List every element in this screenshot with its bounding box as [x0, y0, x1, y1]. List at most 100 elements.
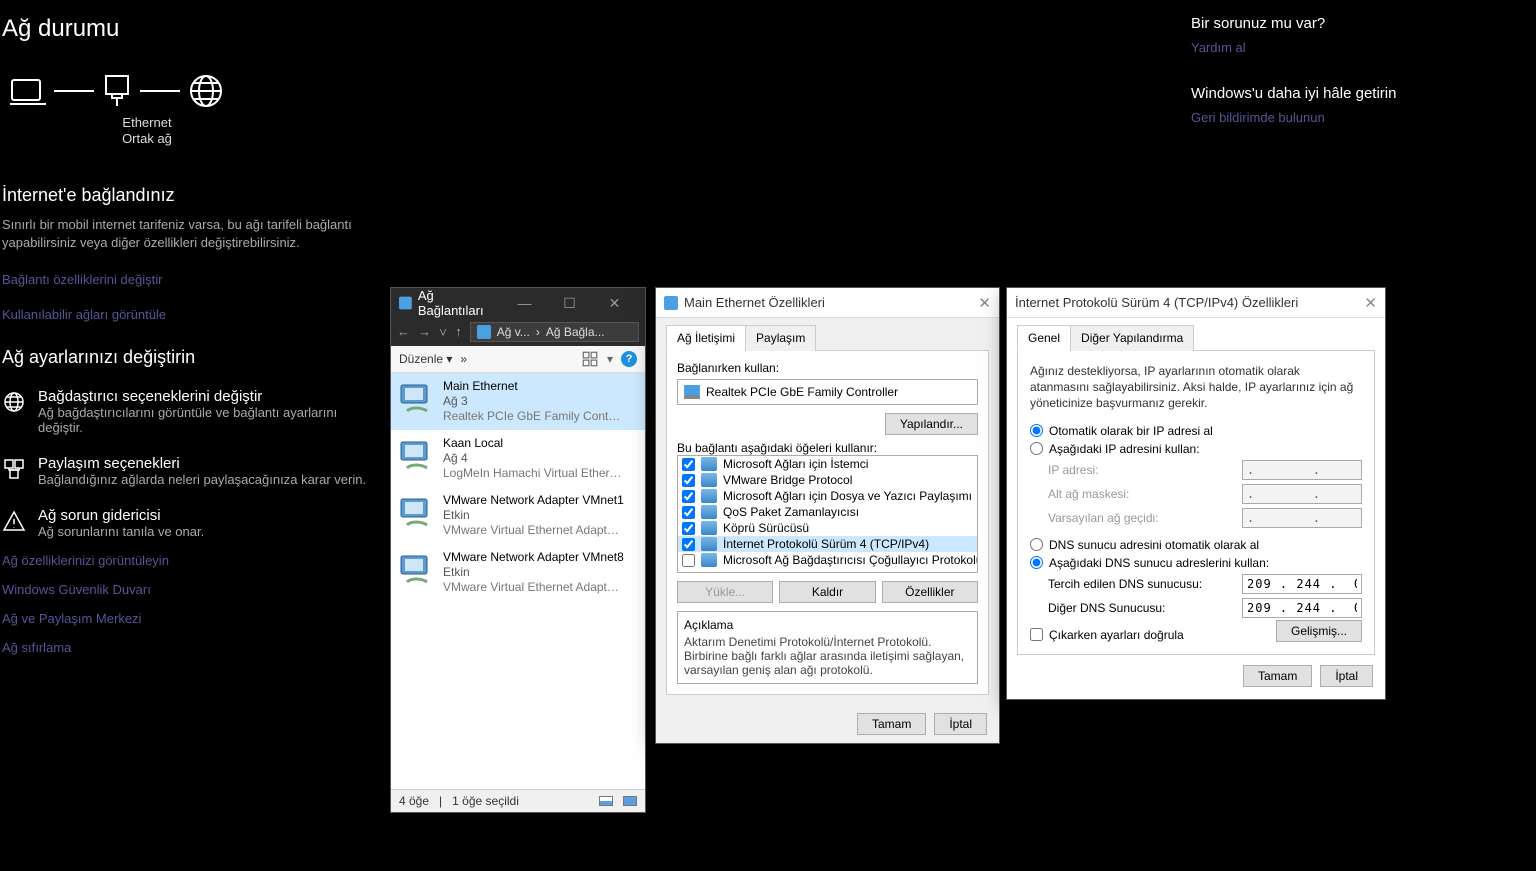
setting-adapter-options[interactable]: Bağdaştırıcı seçeneklerini değiştir Ağ b…	[2, 388, 382, 435]
settings-panel: Ağ durumu EthernetOrtak ağ İnternet'e ba…	[2, 15, 382, 655]
link-change-conn-props[interactable]: Bağlantı özelliklerini değiştir	[2, 272, 382, 287]
protocol-checkbox[interactable]	[682, 458, 695, 471]
view-details-icon[interactable]	[599, 796, 613, 806]
protocol-checkbox[interactable]	[682, 490, 695, 503]
protocol-item[interactable]: Köprü Sürücüsü	[678, 520, 977, 536]
protocol-checkbox[interactable]	[682, 522, 695, 535]
protocol-checkbox[interactable]	[682, 538, 695, 551]
protocol-item[interactable]: İnternet Protokolü Sürüm 4 (TCP/IPv4)	[678, 536, 977, 552]
protocol-item[interactable]: Microsoft Ağları için Dosya ve Yazıcı Pa…	[678, 488, 977, 504]
history-chevron-icon[interactable]: ˅	[439, 324, 447, 340]
radio-dns-manual[interactable]: Aşağıdaki DNS sunucu adreslerini kullan:	[1030, 556, 1362, 570]
chevron-right-icon: ›	[536, 325, 540, 339]
connection-item[interactable]: Main Ethernet Ağ 3 Realtek PCIe GbE Fami…	[391, 373, 645, 430]
address-bar[interactable]: Ağ v... › Ağ Bağla...	[470, 322, 639, 342]
protocol-icon	[701, 457, 717, 471]
maximize-button[interactable]: ☐	[547, 295, 592, 312]
validate-checkbox[interactable]	[1030, 628, 1043, 641]
titlebar[interactable]: İnternet Protokolü Sürüm 4 (TCP/IPv4) Öz…	[1007, 288, 1385, 318]
protocol-item[interactable]: Microsoft Ağ Bağdaştırıcısı Çoğullayıcı …	[678, 552, 977, 568]
cancel-button[interactable]: İptal	[1320, 665, 1373, 687]
minimize-button[interactable]: —	[502, 295, 547, 312]
advanced-button[interactable]: Gelişmiş...	[1276, 620, 1362, 642]
tab-content: Ağınız destekliyorsa, IP ayarlarının oto…	[1017, 351, 1375, 655]
forward-button[interactable]: →	[418, 324, 431, 340]
connection-status: Ağ 3	[443, 394, 623, 409]
protocol-item[interactable]: VMware Bridge Protocol	[678, 472, 977, 488]
connection-item[interactable]: VMware Network Adapter VMnet8 Etkin VMwa…	[391, 544, 645, 601]
link-feedback[interactable]: Geri bildirimde bulunun	[1191, 110, 1441, 125]
connected-desc: Sınırlı bir mobil internet tarifeniz var…	[2, 216, 382, 252]
titlebar[interactable]: Ağ Bağlantıları — ☐ ✕	[391, 288, 645, 318]
protocol-label: Microsoft Ağları için İstemci	[723, 457, 868, 471]
dns-alt-label: Diğer DNS Sunucusu:	[1048, 601, 1242, 615]
radio-dns-manual-input[interactable]	[1030, 556, 1043, 569]
status-bar: 4 öğe | 1 öğe seçildi	[391, 789, 645, 812]
link-get-help[interactable]: Yardım al	[1191, 40, 1441, 55]
setting-sharing-options[interactable]: Paylaşım seçenekleri Bağlandığınız ağlar…	[2, 455, 382, 487]
properties-button[interactable]: Özellikler	[882, 581, 978, 603]
help-icon[interactable]: ?	[621, 351, 637, 367]
folder-icon	[477, 325, 491, 339]
titlebar[interactable]: Main Ethernet Özellikleri ✕	[656, 288, 999, 318]
connections-list[interactable]: Main Ethernet Ağ 3 Realtek PCIe GbE Fami…	[391, 373, 645, 789]
tab-alt-config[interactable]: Diğer Yapılandırma	[1070, 325, 1194, 351]
protocol-item[interactable]: QoS Paket Zamanlayıcısı	[678, 504, 977, 520]
link-network-reset[interactable]: Ağ sıfırlama	[2, 640, 382, 655]
protocol-list[interactable]: Microsoft Ağları için İstemci VMware Bri…	[677, 455, 978, 573]
cancel-button[interactable]: İptal	[934, 713, 987, 735]
organize-menu[interactable]: Düzenle ▾	[399, 352, 452, 366]
view-chevron-icon[interactable]: ▾	[607, 352, 613, 366]
network-connections-window: Ağ Bağlantıları — ☐ ✕ ← → ˅ ↑ Ağ v... › …	[390, 287, 646, 813]
protocol-checkbox[interactable]	[682, 506, 695, 519]
close-button[interactable]: ✕	[1364, 294, 1377, 312]
link-firewall[interactable]: Windows Güvenlik Duvarı	[2, 582, 382, 597]
ok-button[interactable]: Tamam	[1243, 665, 1312, 687]
link-show-networks[interactable]: Kullanılabilir ağları görüntüle	[2, 307, 382, 322]
dns-alt-input[interactable]	[1242, 598, 1362, 618]
setting-row-desc: Ağ bağdaştırıcılarını görüntüle ve bağla…	[38, 405, 382, 435]
link-view-net-props[interactable]: Ağ özelliklerinizi görüntüleyin	[2, 553, 382, 568]
radio-ip-manual[interactable]: Aşağıdaki IP adresini kullan:	[1030, 442, 1362, 456]
link-sharing-center[interactable]: Ağ ve Paylaşım Merkezi	[2, 611, 382, 626]
radio-ip-auto-input[interactable]	[1030, 424, 1043, 437]
dns-pref-label: Tercih edilen DNS sunucusu:	[1048, 577, 1242, 591]
protocol-icon	[701, 553, 717, 567]
view-icon[interactable]	[581, 350, 599, 368]
tab-networking[interactable]: Ağ İletişimi	[666, 325, 746, 351]
protocol-item[interactable]: Microsoft Ağları için İstemci	[678, 456, 977, 472]
configure-button[interactable]: Yapılandır...	[885, 413, 978, 435]
back-button[interactable]: ←	[397, 324, 410, 340]
subnet-label: Alt ağ maskesi:	[1048, 487, 1242, 501]
protocol-icon	[701, 489, 717, 503]
globe-icon	[2, 390, 26, 414]
close-button[interactable]: ✕	[978, 294, 991, 312]
radio-ip-auto[interactable]: Otomatik olarak bir IP adresi al	[1030, 424, 1362, 438]
install-button[interactable]: Yükle...	[677, 581, 773, 603]
tab-general[interactable]: Genel	[1017, 325, 1071, 351]
connection-item[interactable]: Kaan Local Ağ 4 LogMeIn Hamachi Virtual …	[391, 430, 645, 487]
breadcrumb[interactable]: Ağ v...	[497, 325, 530, 339]
uninstall-button[interactable]: Kaldır	[779, 581, 875, 603]
adapter-icon	[397, 379, 437, 419]
radio-dns-auto[interactable]: DNS sunucu adresini otomatik olarak al	[1030, 538, 1362, 552]
up-button[interactable]: ↑	[455, 324, 462, 340]
protocol-checkbox[interactable]	[682, 474, 695, 487]
ethernet-icon	[102, 74, 132, 108]
setting-troubleshooter[interactable]: Ağ sorun gidericisi Ağ sorunlarını tanıl…	[2, 507, 382, 539]
radio-ip-manual-input[interactable]	[1030, 442, 1043, 455]
protocol-checkbox[interactable]	[682, 554, 695, 567]
ipv4-properties-window: İnternet Protokolü Sürüm 4 (TCP/IPv4) Öz…	[1006, 287, 1386, 700]
toolbar-more[interactable]: »	[460, 352, 467, 366]
connection-item[interactable]: VMware Network Adapter VMnet1 Etkin VMwa…	[391, 487, 645, 544]
diagram-line	[140, 90, 180, 92]
view-icons-icon[interactable]	[623, 796, 637, 806]
ok-button[interactable]: Tamam	[857, 713, 926, 735]
radio-dns-auto-input[interactable]	[1030, 538, 1043, 551]
tabs: Ağ İletişimi Paylaşım	[666, 324, 989, 351]
dns-pref-input[interactable]	[1242, 574, 1362, 594]
page-title: Ağ durumu	[2, 15, 382, 43]
tab-sharing[interactable]: Paylaşım	[745, 325, 816, 351]
breadcrumb[interactable]: Ağ Bağla...	[546, 325, 605, 339]
close-button[interactable]: ✕	[592, 295, 637, 312]
